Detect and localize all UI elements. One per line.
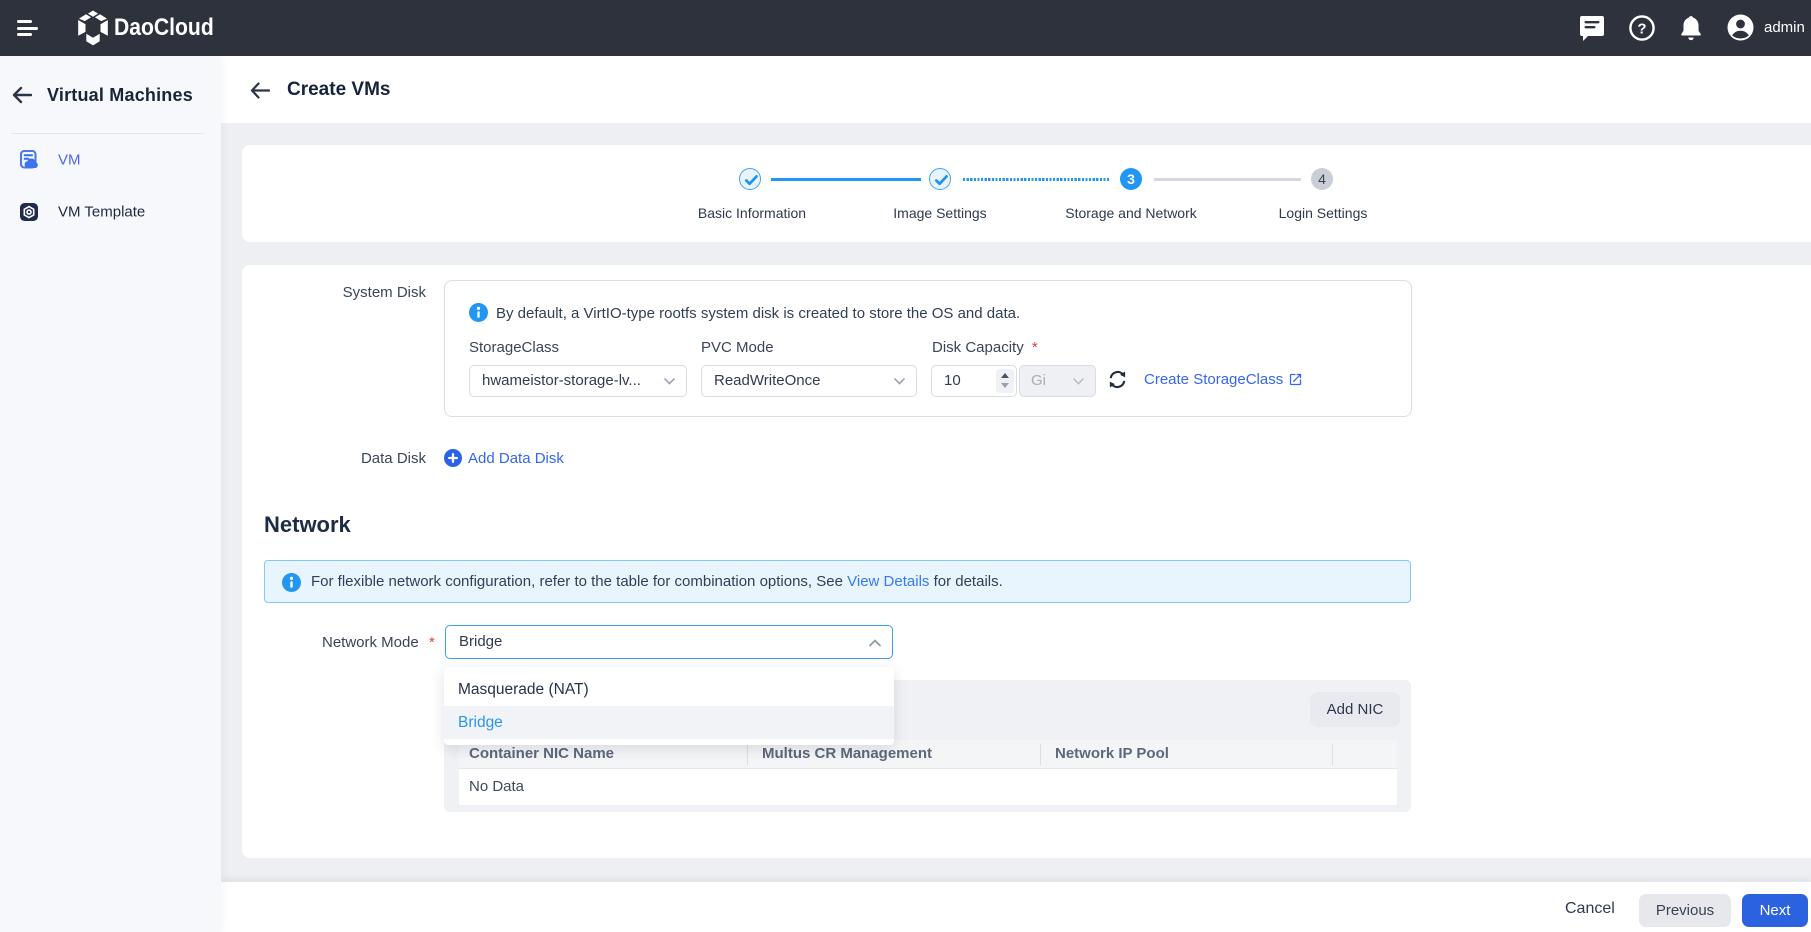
svg-text:?: ? xyxy=(1637,21,1646,38)
